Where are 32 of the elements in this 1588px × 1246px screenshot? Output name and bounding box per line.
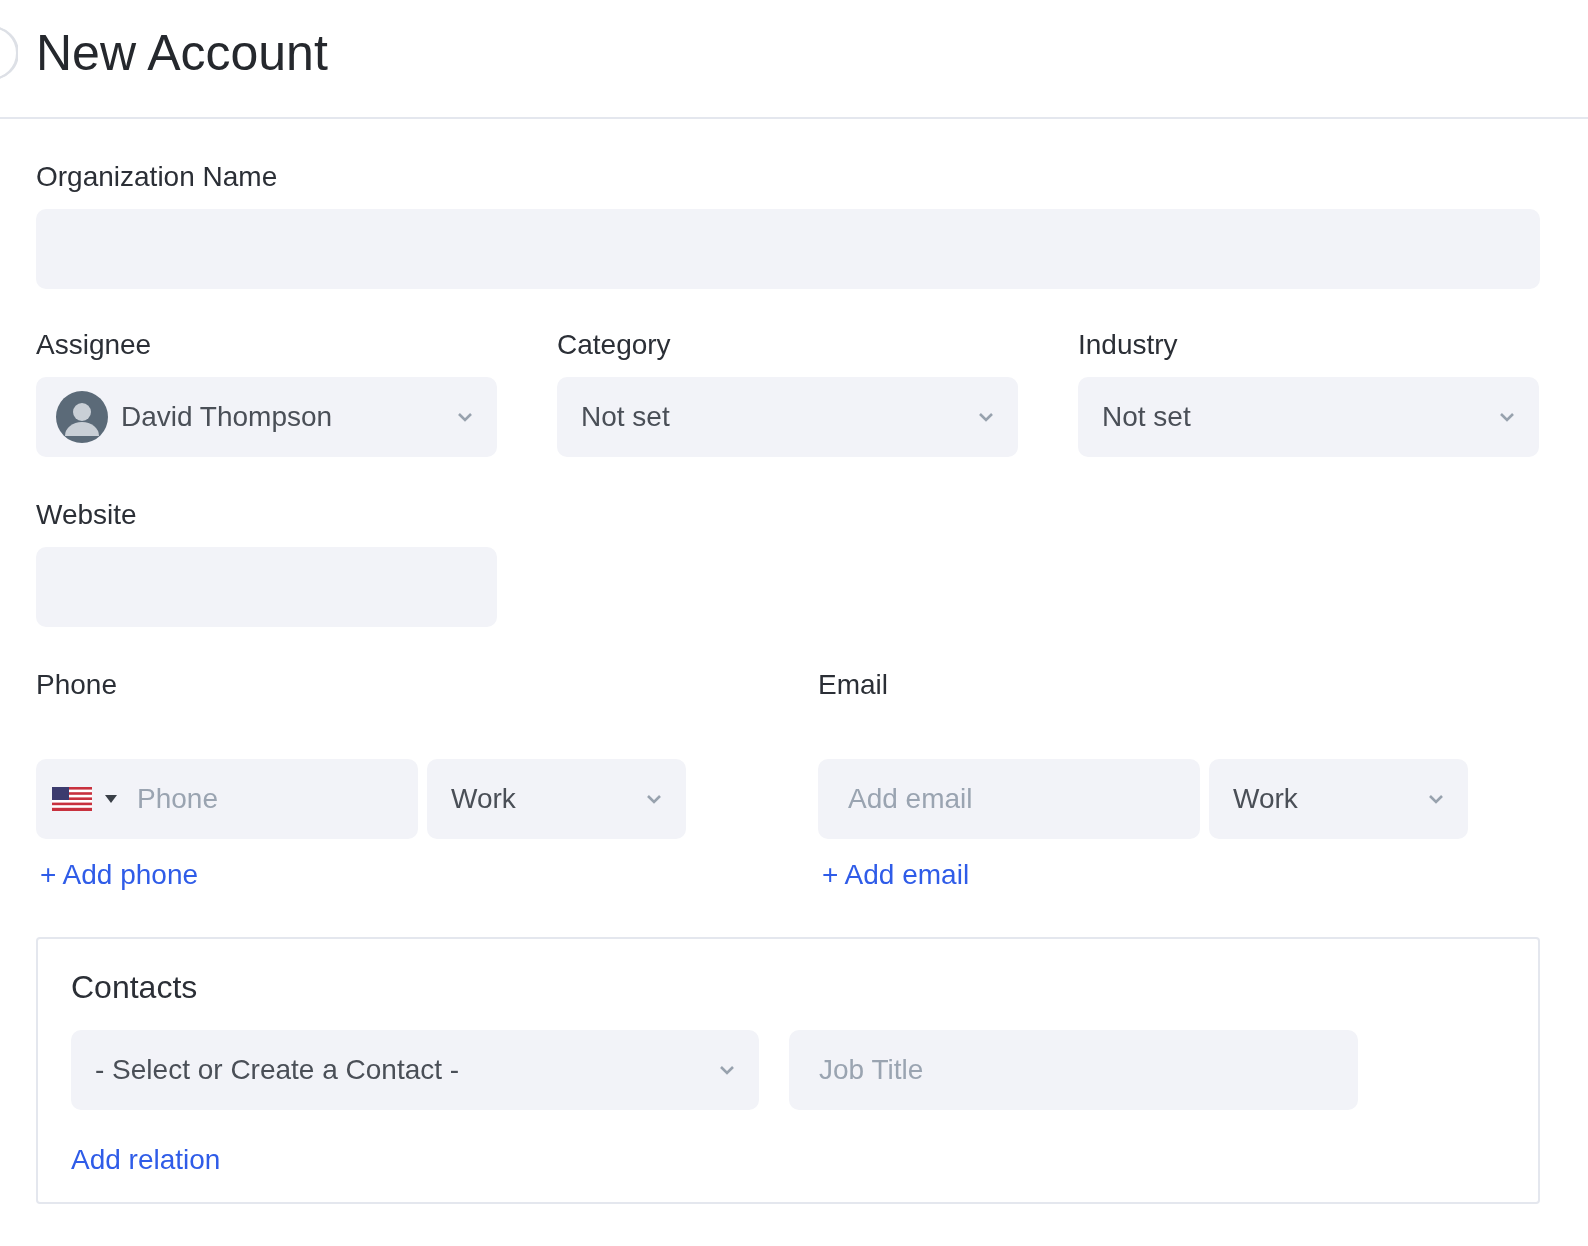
- chevron-down-icon: [457, 412, 473, 422]
- job-title-field[interactable]: Job Title: [789, 1030, 1358, 1110]
- field-label: Website: [36, 499, 138, 531]
- assignee-select[interactable]: David Thompson: [36, 377, 497, 457]
- add-email-link[interactable]: + Add email: [822, 859, 970, 891]
- circle-button[interactable]: [0, 24, 18, 81]
- chevron-down-icon: [646, 794, 662, 804]
- chevron-down-icon: [1499, 412, 1515, 422]
- chevron-down-icon: [978, 412, 994, 422]
- field-label: Email: [818, 669, 889, 701]
- field-label: Assignee: [36, 329, 153, 361]
- page-title: New Account: [36, 23, 328, 82]
- chevron-down-icon: [1428, 794, 1444, 804]
- phone-field[interactable]: Phone: [137, 783, 337, 815]
- avatar-icon: [56, 391, 108, 443]
- phone-type-select[interactable]: Work: [427, 759, 686, 839]
- field-label: Category: [557, 329, 672, 361]
- field-label: Industry: [1078, 329, 1179, 361]
- add-relation-link[interactable]: Add relation: [71, 1144, 221, 1176]
- industry-select[interactable]: Not set: [1078, 377, 1539, 457]
- contact-select[interactable]: - Select or Create a Contact -: [71, 1030, 759, 1110]
- field-label: Phone: [36, 669, 118, 701]
- phone-input-box[interactable]: Phone: [36, 759, 418, 839]
- chevron-down-icon: [719, 1065, 735, 1075]
- field-label: Organization Name: [36, 161, 279, 193]
- email-type-select[interactable]: Work: [1209, 759, 1468, 839]
- section-title: Contacts: [71, 969, 199, 1006]
- flag-icon: [52, 787, 92, 811]
- category-select[interactable]: Not set: [557, 377, 1018, 457]
- add-phone-link[interactable]: + Add phone: [40, 859, 199, 891]
- caret-down-icon[interactable]: [105, 795, 117, 803]
- email-field[interactable]: Add email: [818, 759, 1200, 839]
